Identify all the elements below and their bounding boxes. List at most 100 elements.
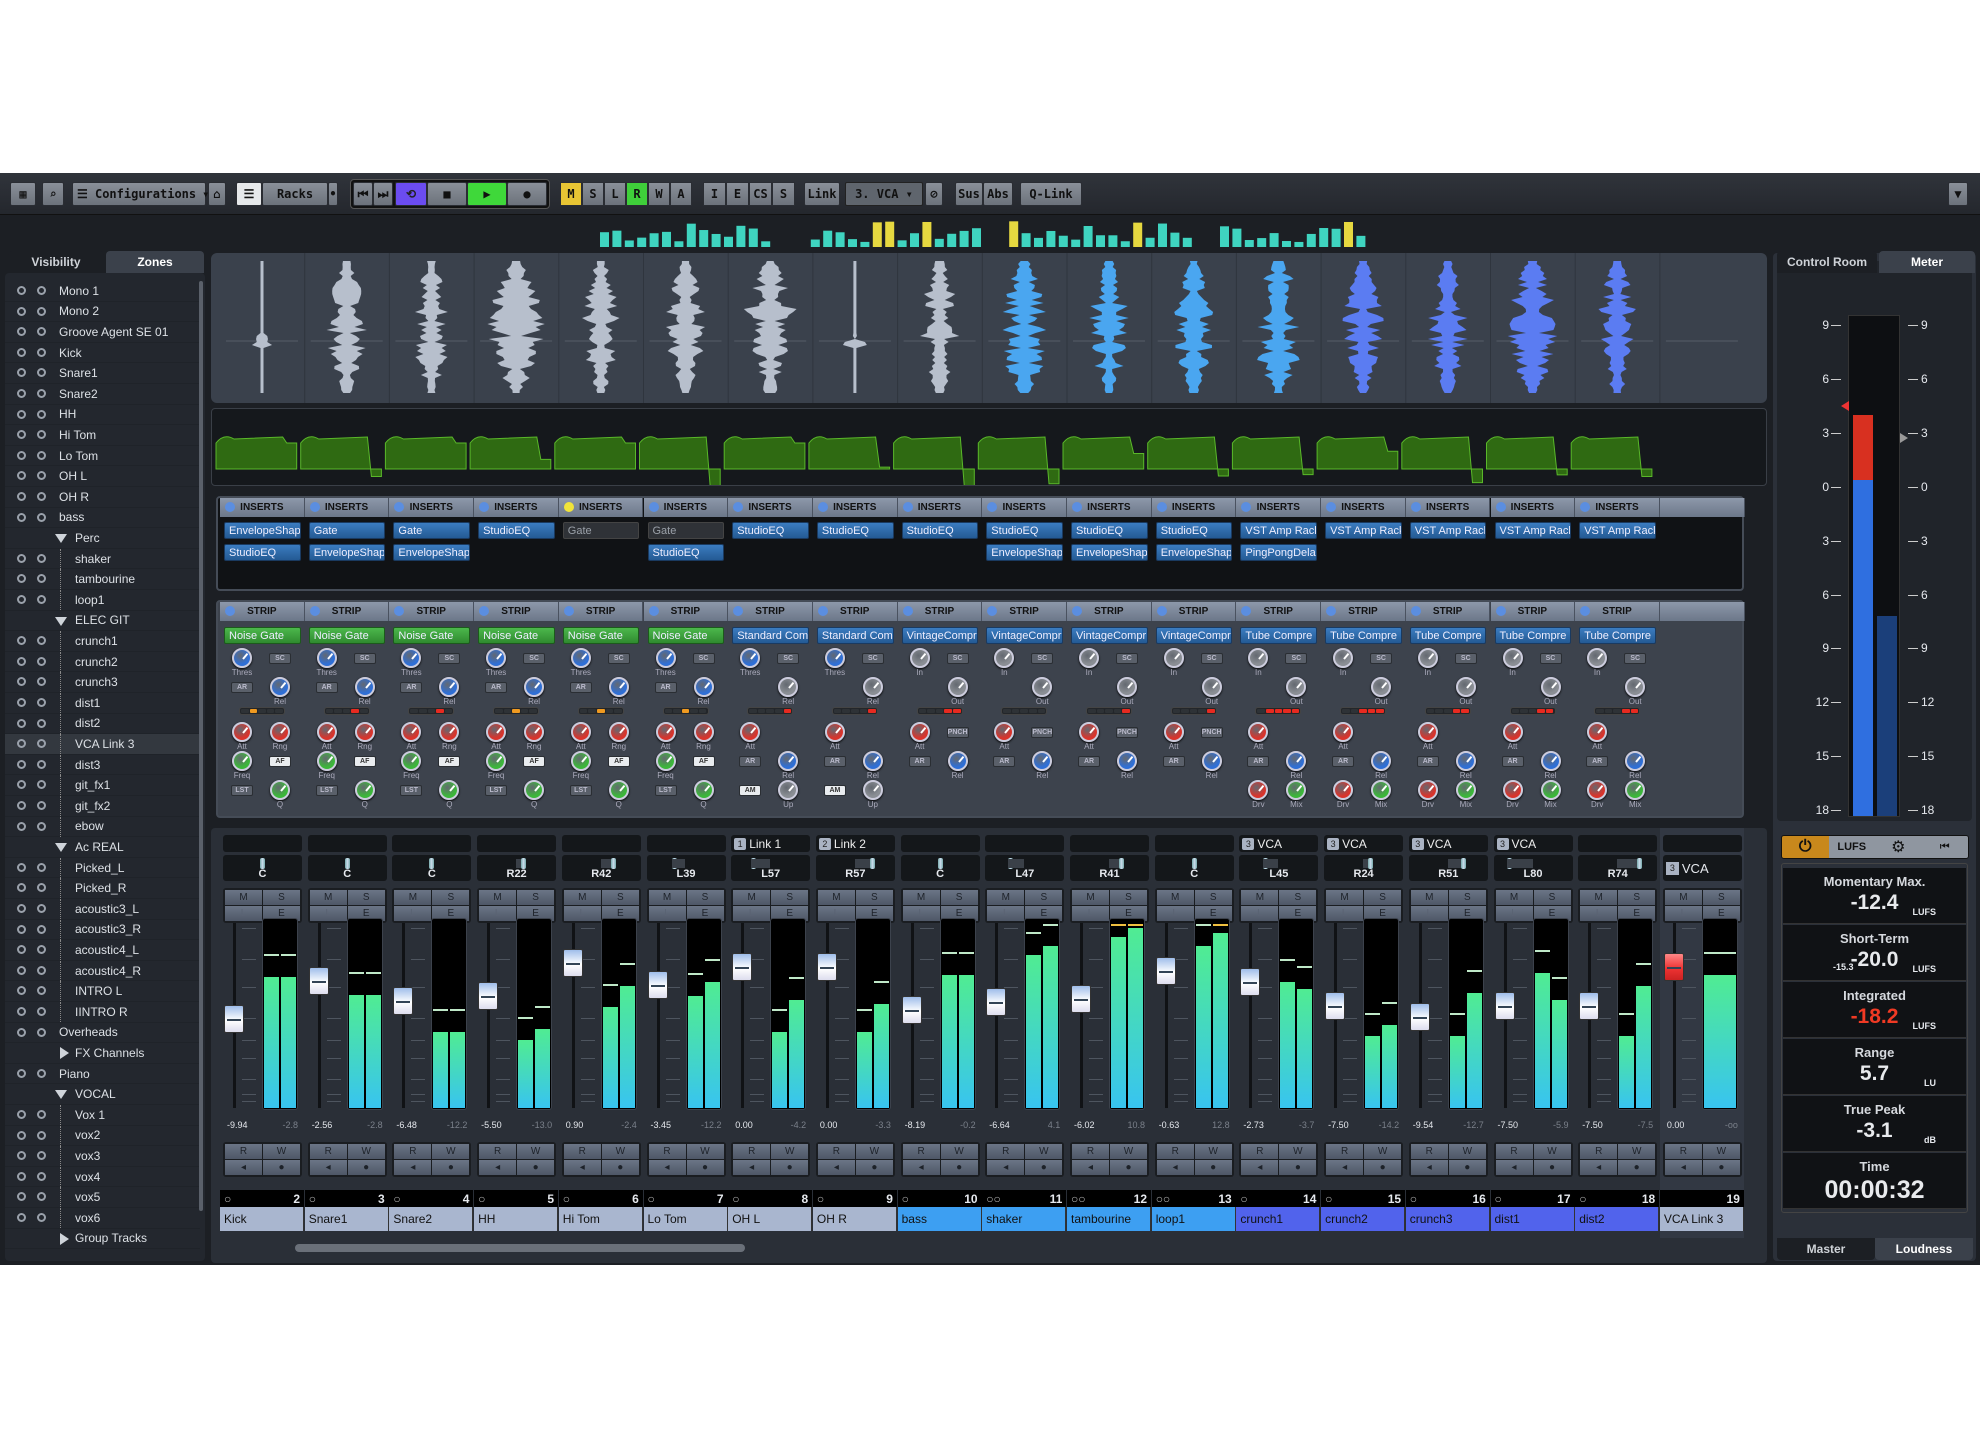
visibility-toggle-icon[interactable] (17, 492, 26, 501)
pan-control[interactable]: R22 (477, 855, 557, 881)
track-list-item[interactable]: Mono 1 (5, 281, 200, 302)
mute-button[interactable]: M (1495, 890, 1533, 905)
pan-control[interactable]: C (223, 855, 302, 881)
freq-knob[interactable] (316, 751, 337, 771)
peak-value[interactable]: -7.5 (1638, 1120, 1654, 1134)
strip-bypass-indicator[interactable] (987, 606, 998, 616)
insert-bypass-indicator[interactable] (1241, 502, 1252, 512)
pan-control[interactable]: R41 (1070, 855, 1149, 881)
strip-module-button[interactable]: VintageCompr (986, 627, 1063, 644)
sc-button[interactable]: SC (269, 653, 291, 664)
drv-knob[interactable] (1333, 780, 1354, 800)
track-list-item[interactable]: Hi Tom (5, 425, 200, 446)
insert-bypass-indicator[interactable] (563, 502, 574, 512)
racks-pin-button[interactable]: • (328, 182, 338, 206)
volume-value[interactable]: -7.50 (1328, 1120, 1349, 1134)
listen-button[interactable]: L (309, 906, 347, 921)
peak-value[interactable]: 12.8 (1212, 1120, 1230, 1134)
att-knob[interactable] (824, 722, 845, 742)
folder-collapsed-icon[interactable] (60, 1232, 69, 1245)
volume-value[interactable]: 0.00 (1667, 1120, 1685, 1134)
mute-button[interactable]: M (394, 890, 432, 905)
record-enable-button[interactable]: ● (432, 1160, 470, 1175)
insert-bypass-indicator[interactable] (902, 502, 913, 512)
ar-button[interactable]: AR (400, 682, 423, 693)
volume-fader[interactable] (986, 987, 1007, 1016)
out-knob[interactable] (947, 677, 968, 697)
pnch-button[interactable]: PNCH (946, 727, 969, 738)
out-knob[interactable] (1540, 677, 1561, 697)
mute-button[interactable]: M (1072, 890, 1109, 905)
strip-module-button[interactable]: Tube Compre (1494, 627, 1572, 644)
ar-button[interactable]: AR (823, 756, 846, 767)
ar-button[interactable]: AR (315, 682, 338, 693)
visibility-s-button[interactable]: S (772, 182, 795, 206)
track-list-item[interactable]: Picked_R (5, 878, 200, 899)
lst-button[interactable]: LST (315, 785, 338, 796)
thres-knob[interactable] (655, 648, 676, 668)
visibility-toggle-icon[interactable] (17, 1192, 26, 1202)
track-list-item[interactable]: HH (5, 405, 200, 426)
mute-button[interactable]: M (1326, 890, 1364, 905)
volume-value[interactable]: -7.50 (1498, 1120, 1519, 1134)
mute-button[interactable]: M (987, 890, 1025, 905)
insert-bypass-indicator[interactable] (225, 502, 235, 512)
inserts-header[interactable]: INSERTS (1236, 498, 1322, 517)
track-list-item[interactable]: acoustic3_R (5, 919, 200, 941)
sc-button[interactable]: SC (523, 653, 546, 664)
volume-fader[interactable] (224, 1004, 244, 1033)
visibility-toggle-icon[interactable] (17, 862, 26, 872)
rel-knob[interactable] (1286, 751, 1307, 771)
zone-toggle-icon[interactable] (37, 595, 46, 604)
zone-toggle-icon[interactable] (37, 1151, 46, 1161)
inserts-header[interactable]: INSERTS (1405, 498, 1491, 517)
channel-name[interactable]: crunch1 (1236, 1207, 1321, 1231)
rel-knob[interactable] (524, 677, 545, 697)
visibility-toggle-icon[interactable] (17, 1110, 26, 1119)
rel-knob[interactable] (862, 677, 883, 697)
listen-button[interactable]: L (648, 906, 686, 921)
volume-value[interactable]: -9.54 (1413, 1120, 1434, 1134)
inserts-header[interactable]: INSERTS (982, 498, 1067, 517)
read-automation-button[interactable]: R (733, 1144, 771, 1159)
visibility-toggle-icon[interactable] (17, 821, 26, 831)
peak-value[interactable]: -12.2 (701, 1120, 722, 1134)
solo-button[interactable]: S (263, 890, 300, 905)
strip-module-button[interactable]: Noise Gate (393, 627, 471, 644)
sc-button[interactable]: SC (1454, 653, 1477, 664)
pan-control[interactable]: C (392, 855, 472, 881)
record-enable-button[interactable]: ● (601, 1160, 639, 1175)
track-list-item[interactable]: vox3 (5, 1146, 200, 1167)
strip-module-button[interactable]: Noise Gate (308, 627, 386, 644)
mute-button[interactable]: M (309, 890, 347, 905)
pnch-button[interactable]: PNCH (1116, 727, 1138, 738)
visibility-toggle-icon[interactable] (17, 759, 26, 769)
track-list-item[interactable]: vox6 (5, 1208, 200, 1229)
insert-bypass-indicator[interactable] (817, 502, 828, 512)
zone-toggle-icon[interactable] (37, 801, 46, 810)
insert-slot[interactable]: StudioEQ (478, 522, 555, 539)
lst-button[interactable]: LST (569, 785, 592, 796)
insert-slot[interactable]: StudioEQ (224, 544, 301, 561)
att-knob[interactable] (1248, 722, 1269, 742)
zone-toggle-icon[interactable] (37, 904, 46, 913)
solo-button[interactable]: S (1702, 890, 1740, 905)
volume-fader[interactable] (732, 953, 753, 982)
monitor-button[interactable]: ◂ (987, 1160, 1025, 1175)
volume-fader[interactable] (393, 986, 414, 1015)
channel-name[interactable]: dist2 (1575, 1207, 1660, 1231)
strip-bypass-indicator[interactable] (1410, 606, 1421, 616)
insert-slot[interactable]: StudioEQ (816, 522, 894, 539)
volume-fader[interactable] (1663, 953, 1684, 982)
freq-knob[interactable] (570, 751, 591, 771)
insert-slot[interactable]: EnvelopeShap (1071, 544, 1148, 561)
att-knob[interactable] (1163, 722, 1184, 742)
in-knob[interactable] (1417, 648, 1438, 668)
record-enable-button[interactable]: ● (1448, 1160, 1486, 1175)
insert-bypass-indicator[interactable] (394, 502, 405, 512)
insert-bypass-indicator[interactable] (1580, 502, 1591, 512)
strip-bypass-indicator[interactable] (733, 606, 744, 616)
record-enable-button[interactable]: ● (517, 1160, 555, 1175)
strip-header[interactable]: STRIP (1575, 602, 1660, 621)
visibility-toggle-icon[interactable] (17, 347, 26, 357)
